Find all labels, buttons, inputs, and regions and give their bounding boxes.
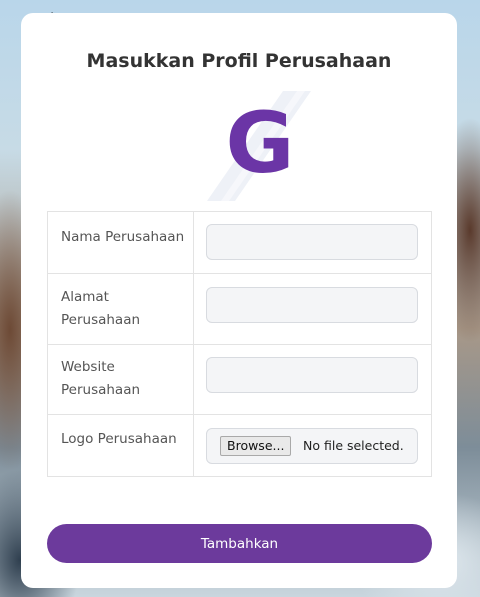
column-divider (193, 415, 194, 476)
submit-button[interactable]: Tambahkan (47, 524, 432, 563)
company-website-label: Website Perusahaan (61, 359, 141, 398)
company-address-input[interactable] (206, 287, 418, 323)
file-status-text: No file selected. (303, 438, 404, 453)
company-logo-file-input[interactable]: Browse... No file selected. (206, 428, 418, 464)
page-title: Masukkan Profil Perusahaan (86, 50, 392, 72)
company-name-label: Nama Perusahaan (61, 229, 185, 245)
column-divider (193, 345, 194, 414)
logo-letter: G (226, 94, 295, 192)
form-row-company-logo: Logo Perusahaan Browse... No file select… (48, 415, 431, 476)
column-divider (193, 212, 194, 273)
company-logo: G (207, 91, 311, 201)
profile-form-table: Nama Perusahaan Alamat Perusahaan Websit… (47, 211, 432, 477)
company-address-label: Alamat Perusahaan (61, 289, 141, 328)
column-divider (193, 274, 194, 344)
form-row-company-name: Nama Perusahaan (48, 212, 431, 274)
form-row-company-website: Website Perusahaan (48, 345, 431, 415)
form-row-company-address: Alamat Perusahaan (48, 274, 431, 345)
company-website-input[interactable] (206, 357, 418, 393)
company-logo-label: Logo Perusahaan (61, 431, 177, 447)
browse-button[interactable]: Browse... (220, 436, 292, 456)
company-name-input[interactable] (206, 224, 418, 260)
